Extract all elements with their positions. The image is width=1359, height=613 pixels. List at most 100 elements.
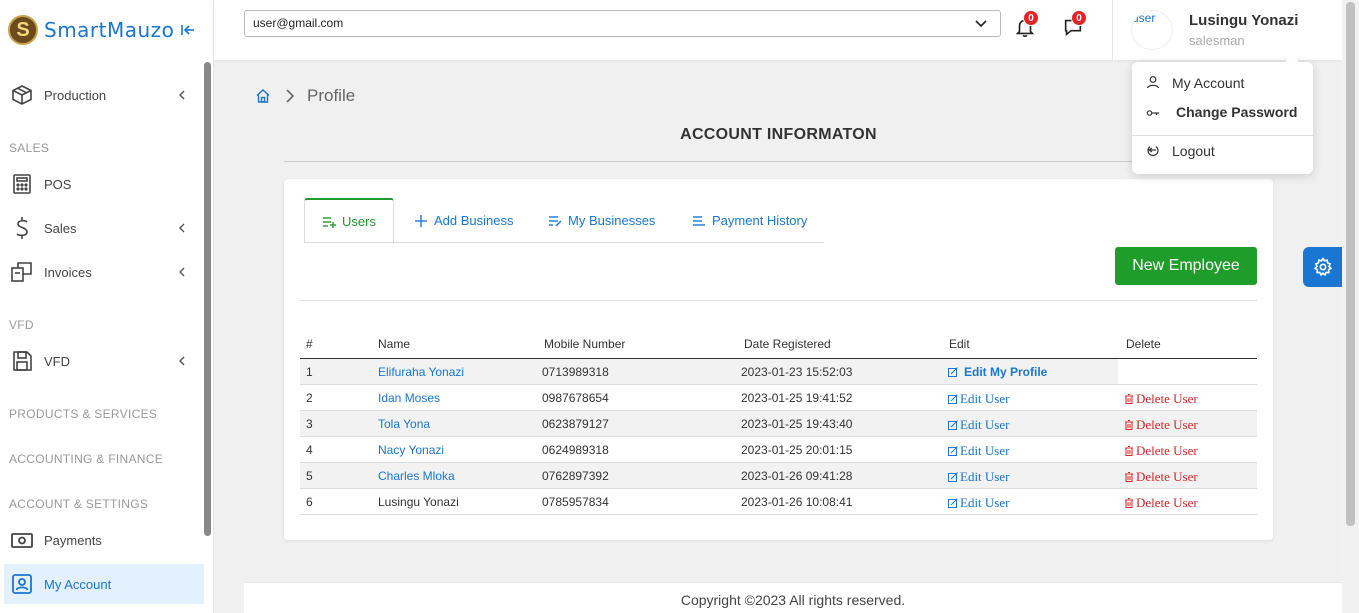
sidebar-item-label: Invoices: [44, 264, 92, 280]
edit-user-label: Edit User: [960, 495, 1010, 510]
edit-icon: [948, 394, 958, 404]
cell-num: 5: [306, 469, 313, 483]
sidebar-item-vfd[interactable]: VFD: [0, 341, 204, 381]
chevron-left-icon: [179, 90, 185, 100]
cell-name: Lusingu Yonazi: [378, 495, 459, 509]
chevron-left-icon: [179, 267, 185, 277]
list-icon: [693, 215, 705, 226]
cell-date: 2023-01-26 10:08:41: [741, 495, 853, 509]
cell-num: 3: [306, 417, 313, 431]
delete-user-link[interactable]: Delete User: [1124, 391, 1198, 407]
edit-user-label: Edit User: [960, 469, 1010, 484]
menu-item-label: My Account: [1172, 75, 1245, 91]
sidebar-item-label: Production: [44, 87, 107, 103]
brand[interactable]: S SmartMauzo: [8, 13, 174, 47]
page-title: ACCOUNT INFORMATON: [680, 126, 877, 143]
menu-item-label: Logout: [1172, 143, 1215, 159]
edit-user-link[interactable]: Edit User: [948, 417, 1009, 433]
tab-payment-history[interactable]: Payment History: [692, 198, 807, 243]
col-header-edit: Edit: [949, 337, 970, 351]
delete-user-link[interactable]: Delete User: [1124, 443, 1198, 459]
cell-mobile: 0713989318: [542, 365, 609, 379]
divider: [1132, 135, 1313, 136]
delete-user-link[interactable]: Delete User: [1124, 469, 1198, 485]
delete-user-link[interactable]: Delete User: [1124, 417, 1198, 433]
edit-user-label: Edit User: [960, 417, 1010, 432]
settings-button[interactable]: [1303, 247, 1343, 287]
business-select[interactable]: user@gmail.com: [244, 10, 1001, 37]
cell-name[interactable]: Elifuraha Yonazi: [378, 365, 464, 379]
sidebar-item-pos[interactable]: POS: [0, 164, 204, 204]
table-row: 4 Nacy Yonazi 0624989318 2023-01-25 20:01:1…: [300, 437, 1257, 463]
business-select-value: user@gmail.com: [253, 16, 344, 30]
page-scrollbar[interactable]: [1342, 0, 1359, 613]
edit-user-link[interactable]: Edit User: [948, 391, 1009, 407]
cell-date: 2023-01-23 15:52:03: [741, 365, 853, 379]
list-edit-icon: [549, 215, 562, 226]
tab-label: Add Business: [434, 213, 514, 228]
sidebar-item-sales[interactable]: Sales: [0, 208, 204, 248]
edit-icon: [948, 420, 958, 430]
delete-user-link[interactable]: Delete User: [1124, 495, 1198, 511]
menu-item-my-account[interactable]: My Account: [1132, 69, 1313, 95]
edit-user-link[interactable]: Edit User: [948, 495, 1009, 511]
delete-user-label: Delete User: [1136, 417, 1198, 432]
col-header-name: Name: [378, 337, 411, 351]
cell-mobile: 0624989318: [542, 443, 609, 457]
gear-icon: [1313, 257, 1333, 277]
section-vfd: VFD: [9, 318, 34, 332]
tab-bar: Users Add Business My Businesses Payment…: [304, 198, 824, 244]
cell-mobile: 0762897392: [542, 469, 609, 483]
chevron-down-icon: [975, 20, 987, 28]
cell-mobile: 0623879127: [542, 417, 609, 431]
section-sales: SALES: [9, 141, 50, 155]
chevron-left-icon: [179, 223, 185, 233]
delete-user-label: Delete User: [1136, 469, 1198, 484]
edit-my-profile-link[interactable]: Edit My Profile: [948, 365, 1047, 379]
tab-add-business[interactable]: Add Business: [414, 198, 514, 243]
tab-my-businesses[interactable]: My Businesses: [548, 198, 655, 243]
divider: [300, 300, 1257, 301]
edit-user-link[interactable]: Edit User: [948, 469, 1009, 485]
collapse-sidebar-icon[interactable]: [180, 22, 196, 38]
trash-icon: [1125, 498, 1133, 508]
tab-users[interactable]: Users: [304, 198, 394, 244]
table-row: 2 Idan Moses 0987678654 2023-01-25 19:41:52…: [300, 385, 1257, 411]
topbar: user@gmail.com 0 0 user Lusingu Yonazi s…: [214, 0, 1342, 60]
money-icon: [11, 533, 33, 548]
menu-item-logout[interactable]: Logout: [1132, 137, 1313, 163]
menu-item-change-password[interactable]: Change Password: [1132, 98, 1313, 124]
new-employee-button[interactable]: New Employee: [1115, 247, 1257, 285]
page-scrollbar-thumb[interactable]: [1346, 2, 1355, 526]
user-dropdown-menu: My Account Change Password Logout: [1132, 55, 1313, 174]
breadcrumb-current: Profile: [307, 86, 356, 105]
sidebar-item-invoices[interactable]: Invoices: [0, 252, 204, 292]
section-products-services: PRODUCTS & SERVICES: [9, 407, 158, 421]
edit-user-link[interactable]: Edit User: [948, 443, 1009, 459]
cell-mobile: 0987678654: [542, 391, 609, 405]
sidebar-scrollbar[interactable]: [204, 62, 211, 536]
cell-name[interactable]: Idan Moses: [378, 391, 440, 405]
cell-name[interactable]: Nacy Yonazi: [378, 443, 444, 457]
col-header-delete: Delete: [1126, 337, 1161, 351]
box-icon: [12, 85, 32, 105]
sidebar: S SmartMauzo Production SALES POS Sales …: [0, 0, 214, 613]
trash-icon: [1125, 420, 1133, 430]
sidebar-item-production[interactable]: Production: [0, 75, 204, 115]
sidebar-item-payments[interactable]: Payments: [0, 520, 204, 560]
edit-user-label: Edit User: [960, 443, 1010, 458]
user-menu-toggle[interactable]: user Lusingu Yonazi salesman: [1112, 0, 1342, 60]
chevron-left-icon: [179, 356, 185, 366]
brand-name: SmartMauzo: [44, 18, 175, 42]
delete-user-label: Delete User: [1136, 443, 1198, 458]
sidebar-item-my-account[interactable]: My Account: [4, 564, 204, 604]
footer: Copyright ©2023 All rights reserved.: [244, 582, 1342, 613]
divider: [284, 161, 1273, 162]
section-account-settings: ACCOUNT & SETTINGS: [9, 497, 149, 511]
cell-name[interactable]: Tola Yona: [378, 417, 430, 431]
calculator-icon: [13, 174, 31, 194]
sidebar-item-label: VFD: [44, 353, 70, 369]
cell-name[interactable]: Charles Mloka: [378, 469, 455, 483]
list-add-icon: [323, 216, 337, 228]
home-icon[interactable]: [255, 88, 271, 104]
